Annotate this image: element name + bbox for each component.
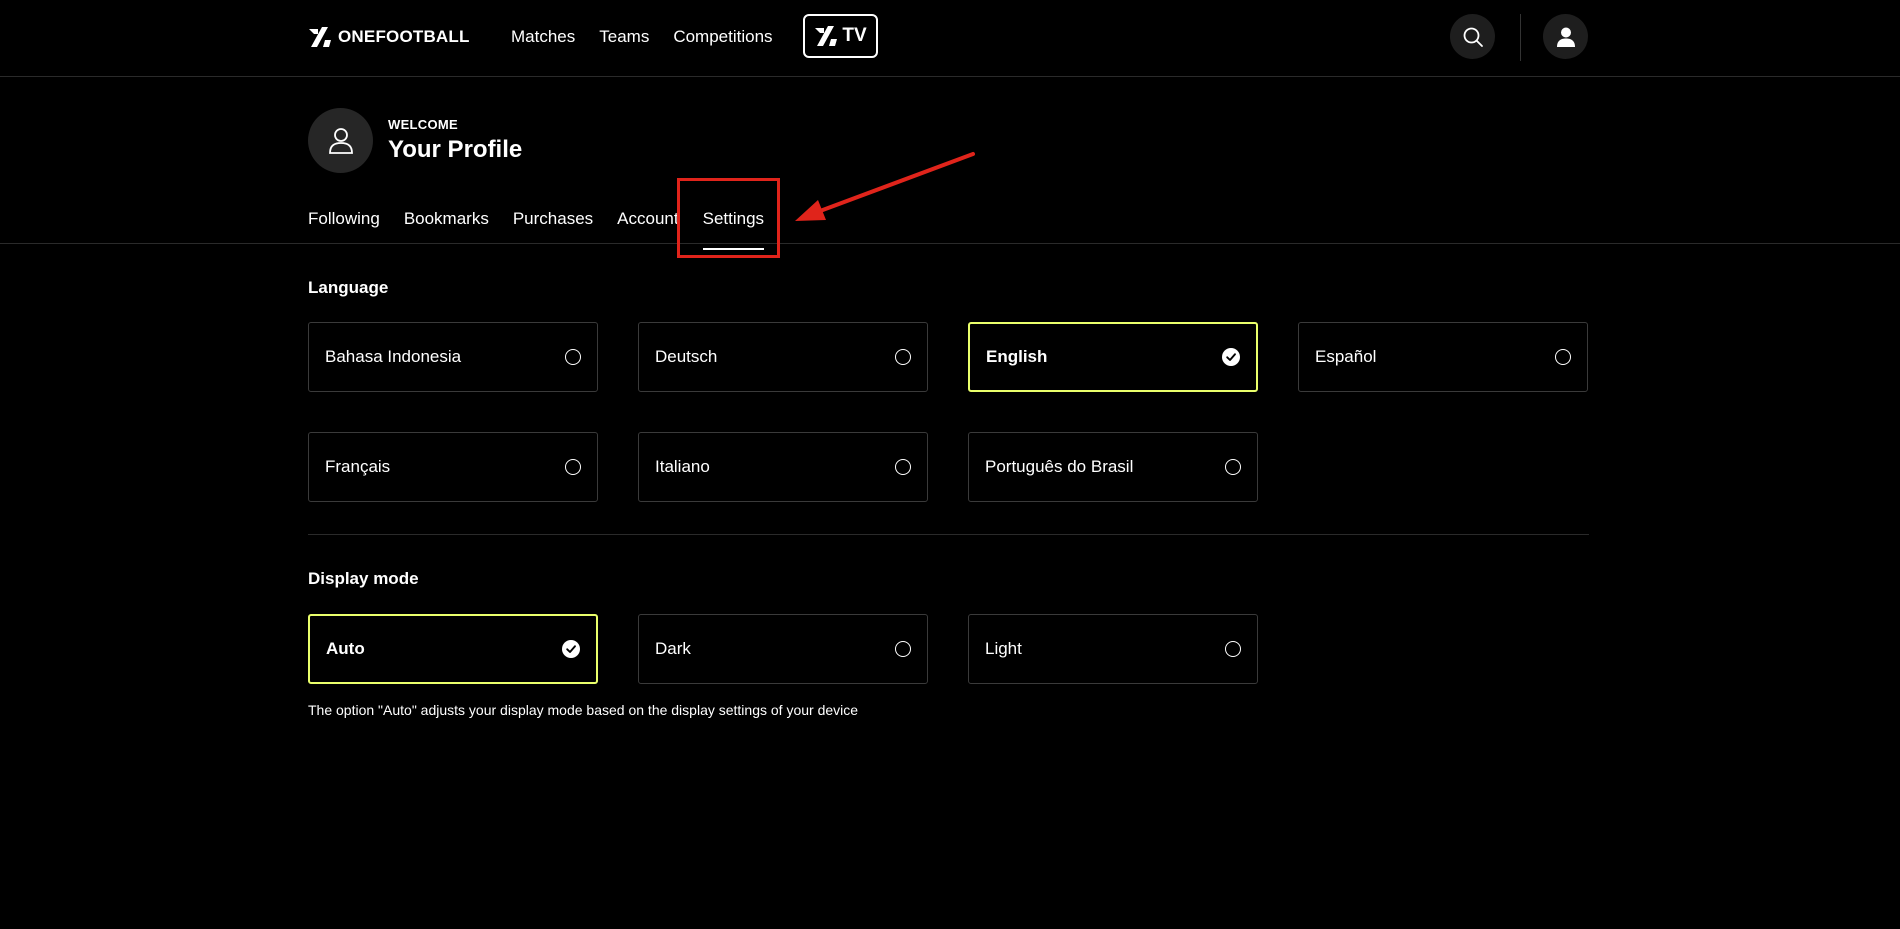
nav-teams[interactable]: Teams	[599, 27, 649, 47]
option-label: Auto	[326, 639, 365, 658]
tv-button[interactable]: TV	[803, 14, 878, 58]
profile-avatar	[308, 108, 373, 173]
annotation-arrow-icon	[795, 152, 975, 221]
option-label: Light	[985, 639, 1022, 658]
option-label: Português do Brasil	[985, 457, 1134, 476]
display-mode-note: The option "Auto" adjusts your display m…	[308, 702, 859, 718]
radio-icon	[565, 459, 581, 475]
radio-icon	[1225, 459, 1241, 475]
option-label: Italiano	[655, 457, 710, 476]
nav-divider	[1520, 14, 1521, 61]
onefootball-logo[interactable]: ONEFOOTBALL	[308, 24, 470, 50]
option-label: Dark	[655, 639, 691, 658]
tv-logo-icon	[815, 26, 838, 46]
language-option-deutsch[interactable]: Deutsch	[638, 322, 928, 392]
language-option-italiano[interactable]: Italiano	[638, 432, 928, 502]
search-button[interactable]	[1450, 14, 1495, 59]
brand-name: ONEFOOTBALL	[338, 27, 470, 46]
display-mode-section-title: Display mode	[308, 569, 419, 588]
nav-matches[interactable]: Matches	[511, 27, 575, 47]
language-option-english[interactable]: English	[968, 322, 1258, 392]
annotation-highlight-box	[677, 178, 780, 258]
tab-purchases[interactable]: Purchases	[513, 209, 593, 229]
option-label: Deutsch	[655, 347, 718, 366]
check-icon	[562, 640, 580, 658]
radio-icon	[895, 349, 911, 365]
language-section-title: Language	[308, 278, 389, 297]
display-mode-option-dark[interactable]: Dark	[638, 614, 928, 684]
user-icon	[1556, 27, 1575, 47]
language-option-bahasa-indonesia[interactable]: Bahasa Indonesia	[308, 322, 598, 392]
tab-bookmarks[interactable]: Bookmarks	[404, 209, 489, 229]
language-option-portugues-do-brasil[interactable]: Português do Brasil	[968, 432, 1258, 502]
radio-icon	[1225, 641, 1241, 657]
option-label: English	[986, 347, 1048, 366]
language-option-francais[interactable]: Français	[308, 432, 598, 502]
tab-following[interactable]: Following	[308, 209, 380, 229]
page-title: Your Profile	[388, 136, 523, 163]
profile-user-icon	[328, 127, 353, 154]
radio-icon	[895, 641, 911, 657]
nav-competitions[interactable]: Competitions	[673, 27, 772, 47]
tv-label: TV	[842, 25, 867, 46]
option-label: Bahasa Indonesia	[325, 347, 462, 366]
check-icon	[1222, 348, 1240, 366]
user-menu-button[interactable]	[1543, 14, 1588, 59]
radio-icon	[895, 459, 911, 475]
option-label: Français	[325, 457, 391, 476]
section-divider	[308, 534, 1589, 535]
radio-icon	[565, 349, 581, 365]
onefootball-logo-icon	[309, 27, 331, 47]
display-mode-option-auto[interactable]: Auto	[308, 614, 598, 684]
tab-account[interactable]: Account	[617, 209, 678, 229]
language-option-espanol[interactable]: Español	[1298, 322, 1588, 392]
tabs-divider	[0, 243, 1900, 244]
welcome-label: WELCOME	[388, 117, 458, 132]
search-icon	[1463, 27, 1483, 47]
option-label: Español	[1315, 347, 1377, 366]
radio-icon	[1555, 349, 1571, 365]
top-navigation: ONEFOOTBALL Matches Teams Competitions T…	[0, 0, 1900, 77]
display-mode-option-light[interactable]: Light	[968, 614, 1258, 684]
main-nav: Matches Teams Competitions	[511, 24, 773, 50]
